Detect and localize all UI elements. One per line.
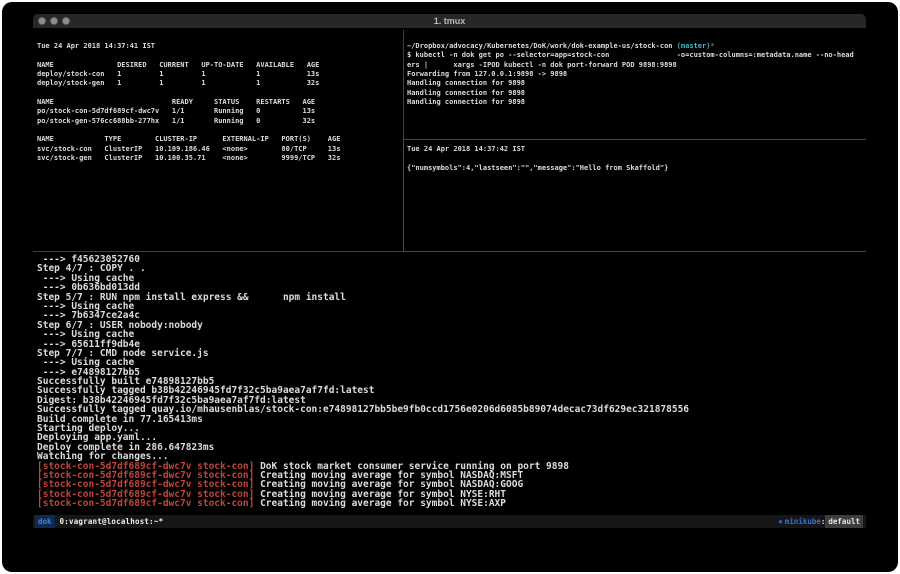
tmux-window-tab[interactable]: 0:vagrant@localhost:~* [60, 517, 164, 526]
kube-namespace-label: default [825, 515, 863, 528]
pane-skaffold-build-log[interactable]: ---> f45623052760Step 4/7 : COPY . . ---… [37, 255, 861, 513]
pane-service-response[interactable]: Tue 24 Apr 2018 14:37:42 IST {"numsymbol… [407, 145, 863, 248]
pane-divider-horizontal[interactable] [33, 251, 403, 252]
status-right: ⎈ minikube : default [778, 515, 866, 528]
tmux-session-name: dok [35, 515, 55, 528]
window-title: 1. tmux [33, 14, 866, 28]
tmux-session-area: Tue 24 Apr 2018 14:37:41 IST NAME DESIRE… [33, 28, 866, 528]
pane-kubectl-resources[interactable]: Tue 24 Apr 2018 14:37:41 IST NAME DESIRE… [37, 42, 399, 248]
tmux-status-bar: dok 0:vagrant@localhost:~* ⎈ minikube : … [33, 515, 866, 528]
window-titlebar[interactable]: 1. tmux [33, 14, 866, 29]
screenshot-root: 1. tmux Tue 24 Apr 2018 14:37:41 IST NAM… [0, 0, 900, 574]
pane-divider-vertical[interactable] [403, 30, 404, 139]
kubernetes-helm-icon: ⎈ [778, 517, 783, 526]
desktop-background: 1. tmux Tue 24 Apr 2018 14:37:41 IST NAM… [2, 2, 898, 572]
kube-context-label: minikube [785, 517, 821, 526]
pane-port-forward-shell[interactable]: ~/Dropbox/advocacy/Kubernetes/DoK/work/d… [407, 42, 863, 136]
pane-divider-vertical-active[interactable] [403, 139, 404, 252]
pane-divider-horizontal-active-bottom[interactable] [403, 251, 866, 252]
pane-divider-horizontal-active-top[interactable] [403, 139, 866, 140]
terminal-window: 1. tmux Tue 24 Apr 2018 14:37:41 IST NAM… [33, 14, 866, 530]
